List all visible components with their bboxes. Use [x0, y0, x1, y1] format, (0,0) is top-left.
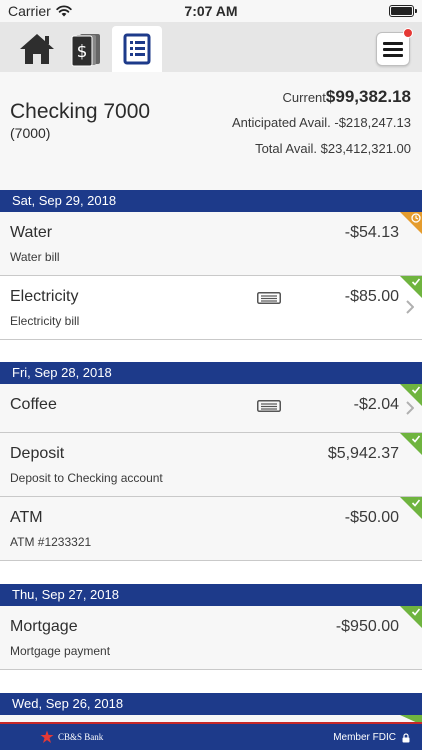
bank-name: CB&S Bank — [58, 732, 104, 742]
lock-icon — [402, 732, 410, 742]
anticipated-label: Anticipated Avail. — [231, 115, 331, 130]
transaction-amount: -$950.00 — [335, 618, 399, 635]
hamburger-icon — [383, 42, 403, 57]
transaction-title: Mortgage — [10, 618, 78, 635]
total-balance: Total Avail. $23,412,321.00 — [232, 140, 411, 166]
transaction-row[interactable]: Coffee -$2.04 — [0, 384, 422, 433]
menu-button[interactable] — [376, 28, 413, 66]
anticipated-amount: -$218,247.13 — [334, 115, 411, 130]
transaction-row[interactable]: ATM -$50.00 ATM #1233321 — [0, 497, 422, 561]
check-icon — [411, 435, 421, 443]
account-header: Checking 7000 (7000) Current$99,382.18 A… — [0, 72, 422, 190]
group-spacer — [0, 340, 422, 362]
tab-home[interactable] — [12, 26, 62, 72]
tab-money[interactable]: $ — [62, 26, 112, 72]
total-amount: $23,412,321.00 — [320, 141, 411, 156]
transaction-title: Water — [10, 224, 53, 241]
current-label: Current — [282, 90, 326, 105]
date-header: Sat, Sep 29, 2018 — [0, 190, 422, 212]
transaction-amount: -$2.04 — [353, 396, 399, 413]
transaction-row[interactable]: Electricity -$85.00 Electricity bill — [0, 276, 422, 340]
transaction-description: Water bill — [10, 250, 60, 264]
transaction-description: Deposit to Checking account — [10, 471, 163, 485]
transaction-row[interactable]: Deposit $5,942.37 Deposit to Checking ac… — [0, 433, 422, 497]
clock: 7:07 AM — [184, 3, 238, 19]
transaction-row[interactable]: Water -$54.13 Water bill — [0, 212, 422, 276]
group-spacer — [0, 561, 422, 584]
transaction-amount: -$54.13 — [344, 224, 399, 241]
svg-text:$: $ — [77, 42, 88, 62]
star-icon — [40, 730, 54, 743]
money-icon: $ — [71, 34, 100, 67]
check-icon — [411, 386, 421, 394]
receipt-icon[interactable] — [257, 400, 281, 412]
account-number: (7000) — [10, 125, 51, 141]
receipt-icon[interactable] — [257, 292, 281, 304]
bank-logo: CB&S Bank — [40, 730, 103, 744]
battery-icon — [389, 5, 417, 17]
total-label: Total Avail. — [255, 141, 317, 156]
transaction-title: ATM — [10, 509, 43, 526]
current-amount: $99,382.18 — [325, 87, 411, 106]
tab-register[interactable] — [112, 26, 162, 72]
fdic-label: Member FDIC — [333, 732, 396, 743]
transaction-title: Electricity — [10, 288, 79, 305]
register-icon — [123, 33, 151, 65]
home-icon — [20, 34, 54, 64]
balances: Current$99,382.18 Anticipated Avail. -$2… — [232, 88, 411, 166]
fdic-notice: Member FDIC — [333, 732, 410, 743]
date-header: Fri, Sep 28, 2018 — [0, 362, 422, 384]
check-icon — [411, 608, 421, 616]
current-balance: Current$99,382.18 — [232, 88, 411, 114]
clock-icon — [411, 213, 421, 223]
transaction-row[interactable]: Mortgage -$950.00 Mortgage payment — [0, 606, 422, 670]
transaction-description: Mortgage payment — [10, 644, 111, 658]
notification-badge — [403, 28, 413, 38]
date-header: Wed, Sep 26, 2018 — [0, 693, 422, 715]
chevron-right-icon[interactable] — [406, 300, 414, 314]
check-icon — [411, 499, 421, 507]
account-name: Checking 7000 — [10, 100, 151, 123]
group-spacer — [0, 670, 422, 693]
date-header: Thu, Sep 27, 2018 — [0, 584, 422, 606]
status-bar: Carrier 7:07 AM — [0, 0, 422, 22]
transaction-amount: -$50.00 — [344, 509, 399, 526]
footer: CB&S Bank Member FDIC — [0, 722, 422, 750]
tab-bar: $ — [0, 22, 422, 72]
transaction-description: ATM #1233321 — [10, 535, 92, 549]
transaction-amount: $5,942.37 — [327, 445, 399, 462]
transaction-description: Electricity bill — [10, 314, 80, 328]
transaction-title: Deposit — [10, 445, 65, 462]
anticipated-balance: Anticipated Avail. -$218,247.13 — [232, 114, 411, 140]
transaction-amount: -$85.00 — [344, 288, 399, 305]
transaction-title: Coffee — [10, 396, 57, 413]
check-icon — [411, 278, 421, 286]
